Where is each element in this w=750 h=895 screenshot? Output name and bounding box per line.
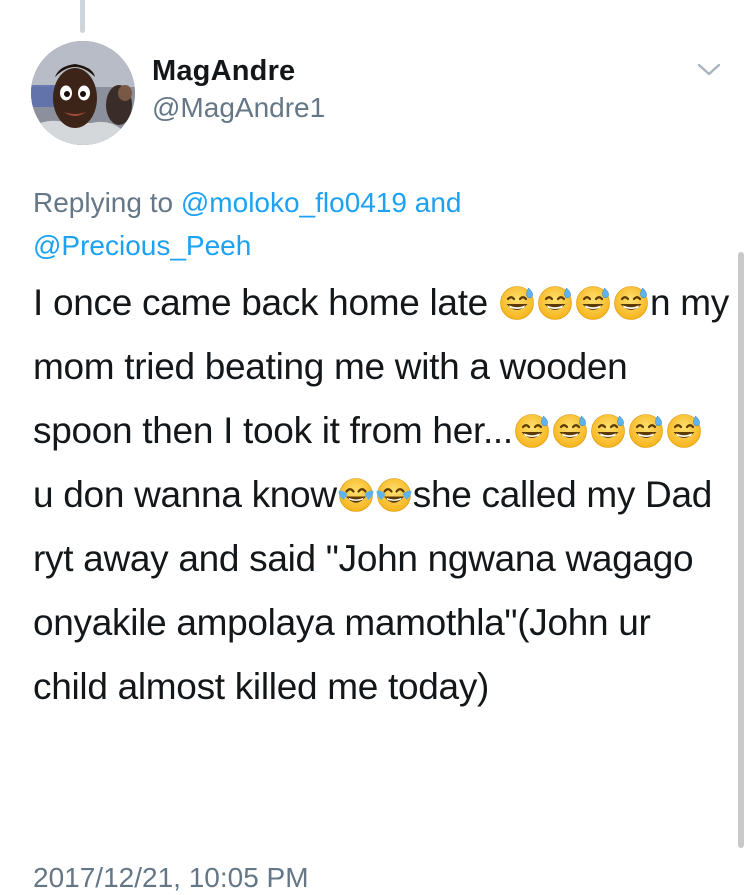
grinning-face-with-sweat-icon [575,285,611,321]
mention-link[interactable]: @moloko_flo0419 [181,187,407,218]
author-handle[interactable]: @MagAndre1 [152,92,325,124]
grinning-face-with-sweat-icon [537,285,573,321]
replying-prefix: Replying to [33,187,181,218]
face-with-tears-of-joy-icon [338,477,374,513]
grinning-face-with-sweat-icon [590,413,626,449]
tweet-text-segment: u don wanna know [33,474,337,515]
avatar[interactable] [31,41,135,145]
thread-connector-line [80,0,85,33]
mention-conjunction: and [407,187,462,218]
grinning-face-with-sweat-icon [666,413,702,449]
tweet-timestamp[interactable]: 2017/12/21, 10:05 PM [33,862,309,894]
grinning-face-with-sweat-icon [552,413,588,449]
grinning-face-with-sweat-icon [499,285,535,321]
chevron-down-icon[interactable] [694,58,724,82]
replying-to-line: Replying to @moloko_flo0419 and @Preciou… [33,181,723,267]
tweet-text-segment: I once came back home late [33,282,498,323]
scrollbar[interactable] [738,252,744,848]
tweet-text: I once came back home late n my mom trie… [33,271,733,719]
grinning-face-with-sweat-icon [514,413,550,449]
grinning-face-with-sweat-icon [628,413,664,449]
grinning-face-with-sweat-icon [613,285,649,321]
mention-link[interactable]: @Precious_Peeh [33,230,251,261]
author-display-name[interactable]: MagAndre [152,55,295,88]
face-with-tears-of-joy-icon [376,477,412,513]
